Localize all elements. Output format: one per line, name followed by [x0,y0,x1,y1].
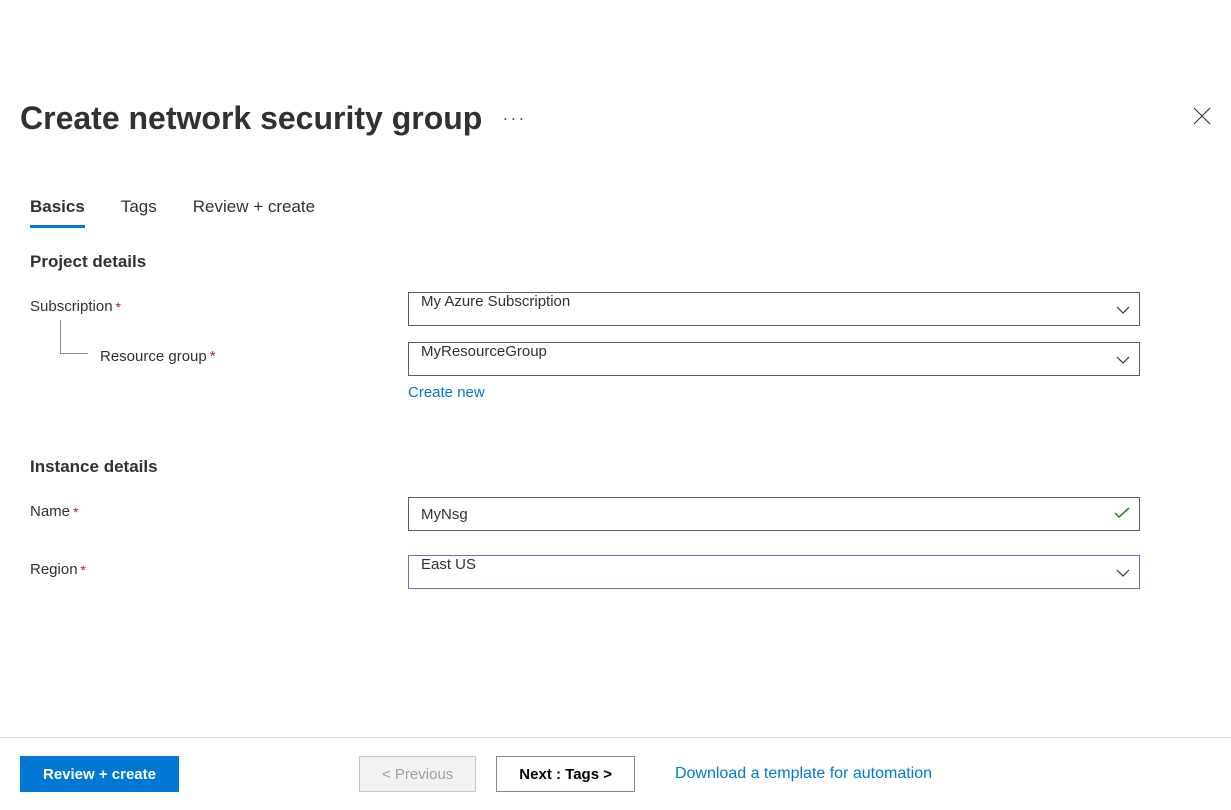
resource-group-value: MyResourceGroup [408,342,1140,376]
instance-details-heading: Instance details [30,457,1201,477]
indent-connector-line [60,320,88,354]
region-label: Region [30,561,78,578]
subscription-label: Subscription [30,298,113,315]
resource-group-label: Resource group [100,348,207,365]
footer: Review + create < Previous Next : Tags >… [0,737,1231,810]
download-template-link[interactable]: Download a template for automation [675,765,932,783]
subscription-select[interactable]: My Azure Subscription [408,292,1140,326]
region-value: East US [408,555,1140,589]
create-new-link[interactable]: Create new [408,384,485,401]
tabs: Basics Tags Review + create [0,137,1231,228]
tab-review-create[interactable]: Review + create [193,197,315,228]
required-indicator: * [116,299,121,315]
close-icon[interactable] [1193,107,1211,131]
resource-group-select[interactable]: MyResourceGroup [408,342,1140,376]
name-label: Name [30,503,70,520]
required-indicator: * [73,504,78,520]
region-select[interactable]: East US [408,555,1140,589]
next-button[interactable]: Next : Tags > [496,756,635,792]
tab-basics[interactable]: Basics [30,197,85,228]
page-title: Create network security group [20,100,482,137]
review-create-button[interactable]: Review + create [20,756,179,792]
subscription-value: My Azure Subscription [408,292,1140,326]
name-input[interactable] [408,497,1140,531]
required-indicator: * [210,348,216,365]
more-icon[interactable]: ··· [502,108,526,129]
tab-tags[interactable]: Tags [121,197,157,228]
previous-button: < Previous [359,756,476,792]
project-details-heading: Project details [30,252,1201,272]
required-indicator: * [81,562,86,578]
